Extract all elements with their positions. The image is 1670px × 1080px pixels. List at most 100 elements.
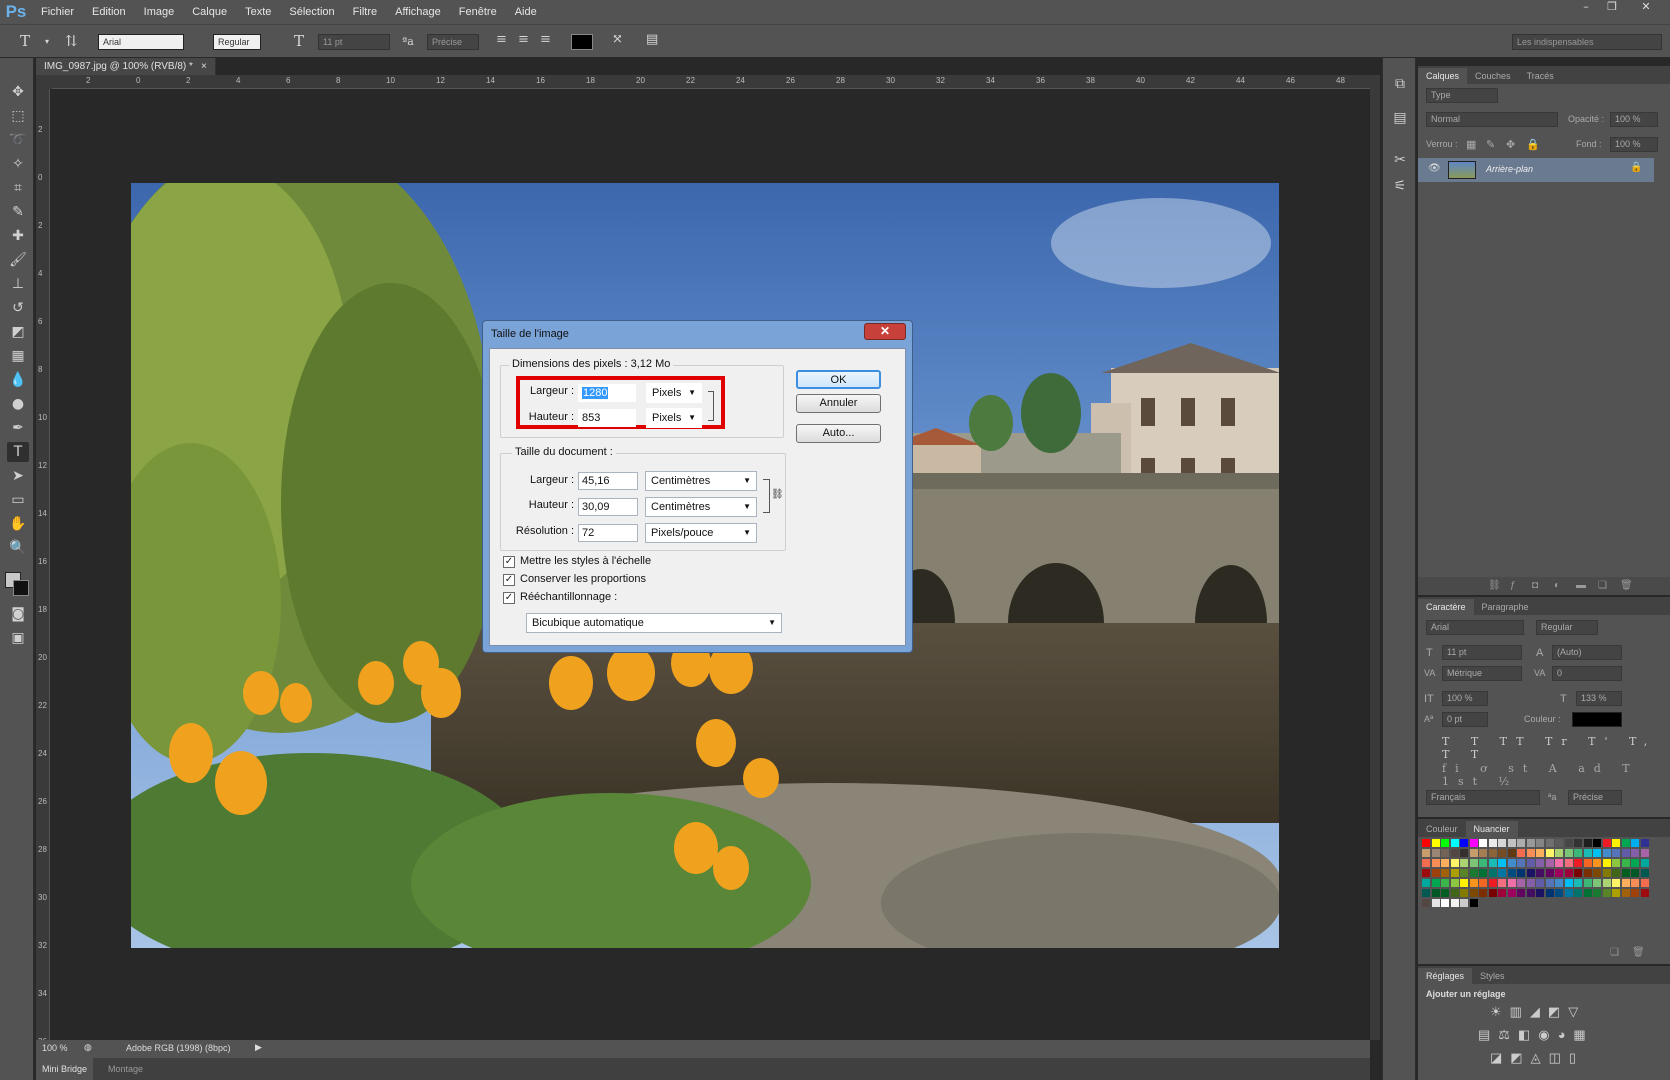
color-swatch[interactable] [1621, 839, 1630, 847]
font-size-select[interactable]: 11 pt [318, 34, 390, 50]
color-swatch[interactable] [1593, 879, 1601, 887]
color-swatch[interactable] [1517, 869, 1525, 877]
color-swatch[interactable] [1640, 879, 1649, 887]
color-swatch[interactable] [1583, 879, 1592, 887]
color-swatch[interactable] [1469, 869, 1478, 877]
color-swatch[interactable] [1564, 839, 1573, 847]
adjustment-icons-row-3[interactable]: ◪◩◬◫▯ [1490, 1050, 1584, 1066]
color-swatch[interactable] [1441, 879, 1449, 887]
color-swatch[interactable] [1450, 859, 1459, 867]
color-swatch[interactable] [1640, 859, 1649, 867]
color-swatch[interactable] [1631, 859, 1639, 867]
color-swatch[interactable] [1422, 859, 1430, 867]
color-swatch[interactable] [1631, 889, 1639, 897]
color-swatch[interactable] [1488, 879, 1497, 887]
color-swatch[interactable] [1602, 839, 1611, 847]
pen-tool-icon[interactable]: ✒ [7, 418, 29, 438]
path-selection-tool-icon[interactable]: ➤ [7, 466, 29, 486]
color-swatch[interactable] [1621, 889, 1630, 897]
color-swatch[interactable] [1593, 839, 1601, 847]
zoom-level[interactable]: 100 % [42, 1043, 68, 1053]
color-swatch[interactable] [1479, 889, 1487, 897]
color-swatch[interactable] [1526, 889, 1535, 897]
resample-checkbox[interactable]: ✓ [503, 592, 515, 604]
color-swatch[interactable] [1450, 879, 1459, 887]
color-swatch[interactable] [1621, 859, 1630, 867]
px-width-input[interactable]: 1280 [578, 384, 636, 402]
adjustment-layer-icon[interactable]: ◐ [1554, 580, 1560, 591]
color-swatch[interactable] [1507, 889, 1516, 897]
close-window-icon[interactable]: ✕ [1635, 0, 1657, 16]
color-swatch[interactable] [1450, 889, 1459, 897]
color-swatch[interactable] [1583, 849, 1592, 857]
color-swatch[interactable] [1450, 849, 1459, 857]
background-color-swatch[interactable] [13, 580, 29, 596]
font-family-select[interactable]: Arial [98, 34, 184, 50]
blur-tool-icon[interactable]: 💧 [7, 370, 29, 390]
workspace-select[interactable]: Les indispensables [1512, 34, 1662, 50]
color-swatch[interactable] [1602, 879, 1611, 887]
tab-reglages[interactable]: Réglages [1418, 968, 1473, 984]
color-swatch[interactable] [1574, 879, 1582, 887]
lock-transparency-icon[interactable]: ▦ [1466, 138, 1476, 151]
layer-filter-select[interactable]: Type [1426, 88, 1498, 103]
menu-edition[interactable]: Edition [83, 6, 135, 18]
color-swatch[interactable] [1469, 889, 1478, 897]
color-swatch[interactable] [1545, 849, 1554, 857]
color-swatch[interactable] [1469, 849, 1478, 857]
layer-visibility-eye-icon[interactable]: 👁 [1428, 163, 1441, 174]
color-swatch[interactable] [1564, 849, 1573, 857]
fx-icon[interactable]: ƒ [1510, 580, 1516, 591]
close-tab-icon[interactable]: × [201, 61, 207, 72]
tool-presets-icon[interactable]: ⚟ [1389, 176, 1411, 196]
color-swatch[interactable] [1545, 879, 1554, 887]
color-swatch[interactable] [1612, 889, 1620, 897]
color-swatch[interactable] [1621, 879, 1630, 887]
color-swatch[interactable] [1621, 869, 1630, 877]
color-swatch[interactable] [1526, 879, 1535, 887]
layer-row-background[interactable]: 👁 Arrière-plan 🔒 [1418, 158, 1654, 182]
color-swatch[interactable] [1574, 889, 1582, 897]
color-swatch[interactable] [1640, 849, 1649, 857]
blend-mode-select[interactable]: Normal [1426, 112, 1558, 127]
type-tool-icon[interactable]: T [20, 32, 30, 50]
color-swatch[interactable] [1441, 889, 1449, 897]
opentype-buttons[interactable]: fi ơ st A ad T 1st ½ [1442, 762, 1670, 788]
color-swatch[interactable] [1574, 869, 1582, 877]
minimize-icon[interactable]: – [1575, 0, 1597, 16]
color-swatch[interactable] [1612, 849, 1620, 857]
eyedropper-tool-icon[interactable]: ✎ [7, 202, 29, 222]
color-swatch[interactable] [1631, 839, 1639, 847]
color-swatch[interactable] [1431, 839, 1440, 847]
color-swatch[interactable] [1526, 839, 1535, 847]
color-swatch[interactable] [1555, 879, 1563, 887]
color-swatch[interactable] [1507, 879, 1516, 887]
color-swatch[interactable] [1431, 889, 1440, 897]
auto-button[interactable]: Auto... [796, 424, 881, 443]
color-swatch[interactable] [1536, 839, 1544, 847]
align-center-icon[interactable]: ≡ [518, 32, 529, 47]
color-swatch[interactable] [1422, 879, 1430, 887]
tab-paragraphe[interactable]: Paragraphe [1474, 599, 1537, 615]
dialog-close-button[interactable]: ✕ [864, 323, 906, 340]
color-swatch[interactable] [1517, 849, 1525, 857]
color-swatch[interactable] [1422, 889, 1430, 897]
move-tool-icon[interactable]: ✥ [7, 82, 29, 102]
color-swatch[interactable] [1441, 869, 1449, 877]
color-swatch[interactable] [1593, 869, 1601, 877]
menu-image[interactable]: Image [135, 6, 184, 18]
brush-presets-icon[interactable]: ✂ [1389, 150, 1411, 170]
color-swatch[interactable] [1545, 869, 1554, 877]
tab-caractere[interactable]: Caractère [1418, 599, 1474, 615]
resolution-unit-select[interactable]: Pixels/pouce ▼ [645, 523, 757, 543]
color-swatch[interactable] [1526, 859, 1535, 867]
menu-fichier[interactable]: Fichier [32, 6, 83, 18]
tab-nuancier[interactable]: Nuancier [1465, 821, 1518, 837]
color-swatch[interactable] [1479, 869, 1487, 877]
color-swatch[interactable] [1517, 859, 1525, 867]
color-swatch[interactable] [1431, 869, 1440, 877]
color-swatch[interactable] [1612, 859, 1620, 867]
orientation-toggle-icon[interactable]: ⇅ [65, 32, 78, 50]
ok-button[interactable]: OK [796, 370, 881, 389]
color-swatch[interactable] [1507, 839, 1516, 847]
